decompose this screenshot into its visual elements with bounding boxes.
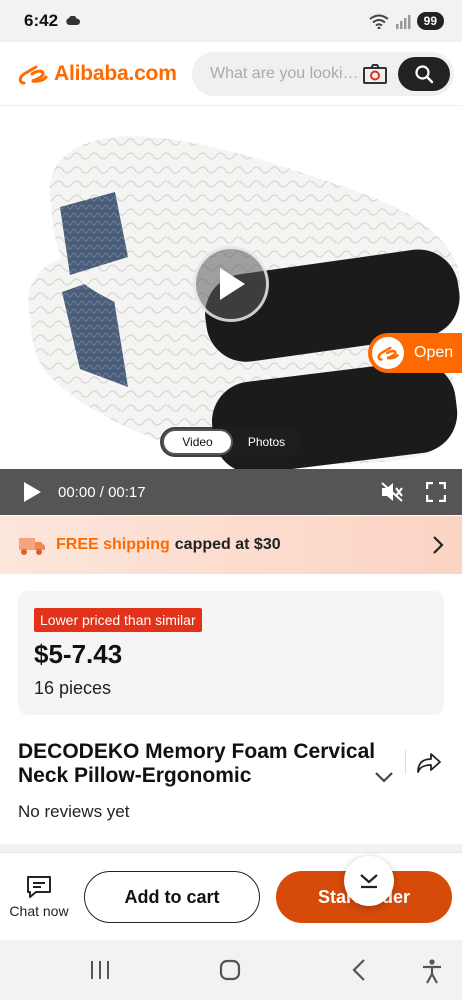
status-bar: 6:42 99 [0,0,462,42]
fullscreen-icon[interactable] [426,482,446,502]
truck-icon [19,538,45,555]
share-icon[interactable] [416,752,442,774]
alibaba-app-icon [372,337,404,369]
search-icon [415,64,434,83]
logo-text: Alibaba.com [54,61,177,85]
home-icon[interactable] [218,958,242,982]
camera-search-icon[interactable] [360,59,390,89]
battery-indicator: 99 [416,12,444,30]
app-header: Alibaba.com What are you looking for? [0,42,462,106]
time-total: 00:17 [108,483,146,501]
free-shipping-label: FREE shipping [56,536,170,553]
min-order-quantity: 16 pieces [34,678,112,698]
search-button[interactable] [398,56,450,91]
product-title-block: DECODEKO Memory Foam Cervical Neck Pillo… [18,740,388,788]
signal-icon [395,14,411,29]
mute-icon[interactable] [380,481,404,503]
back-icon[interactable] [350,958,370,982]
tab-video[interactable]: Video [162,429,233,455]
time-separator: / [99,483,104,501]
chat-icon [27,876,51,898]
media-type-toggle: Video Photos [160,427,302,457]
search-bar[interactable]: What are you looking for? [192,51,454,96]
play-small-icon[interactable] [22,481,42,503]
price-badge: Lower priced than similar [34,608,202,632]
shipping-banner[interactable]: FREE shipping capped at $30 [0,516,462,574]
reviews-summary: No reviews yet [18,802,130,821]
recent-apps-icon[interactable] [88,958,112,982]
chevron-down-icon[interactable] [374,770,394,784]
play-icon [220,268,245,300]
alibaba-logo-icon [18,65,48,84]
open-app-badge[interactable]: Open [368,333,462,373]
chat-now-label: Chat now [9,903,69,919]
accessibility-icon[interactable] [420,958,444,984]
alibaba-logo[interactable]: Alibaba.com [18,62,177,86]
product-media[interactable]: Open Video Photos 00:00 / 00:17 [0,107,462,515]
search-input[interactable]: What are you looking for? [210,65,360,83]
open-app-label: Open [414,344,454,361]
add-to-cart-button[interactable]: Add to cart [84,871,260,923]
system-nav-bar [0,940,462,1000]
price-range: $5-7.43 [34,639,123,669]
play-video-button[interactable] [193,246,269,322]
time-current: 00:00 [58,483,96,501]
product-title: DECODEKO Memory Foam Cervical Neck Pillo… [18,740,376,787]
chevron-right-icon [433,536,444,554]
action-bar: Chat now Add to cart Start order [0,852,462,940]
video-controls: 00:00 / 00:17 [0,469,462,515]
video-time: 00:00 / 00:17 [58,484,146,501]
chevron-down-bar-icon [360,874,378,889]
tab-photos[interactable]: Photos [233,429,300,455]
status-time: 6:42 [24,11,59,30]
collapse-fab[interactable] [344,856,394,906]
title-divider [405,750,406,774]
cloud-icon [66,15,80,25]
section-divider [0,844,462,852]
wifi-icon [369,14,389,29]
shipping-cap-label: capped at $30 [174,536,281,553]
price-card: Lower priced than similar $5-7.43 16 pie… [18,591,444,715]
chat-now-button[interactable]: Chat now [8,875,70,919]
